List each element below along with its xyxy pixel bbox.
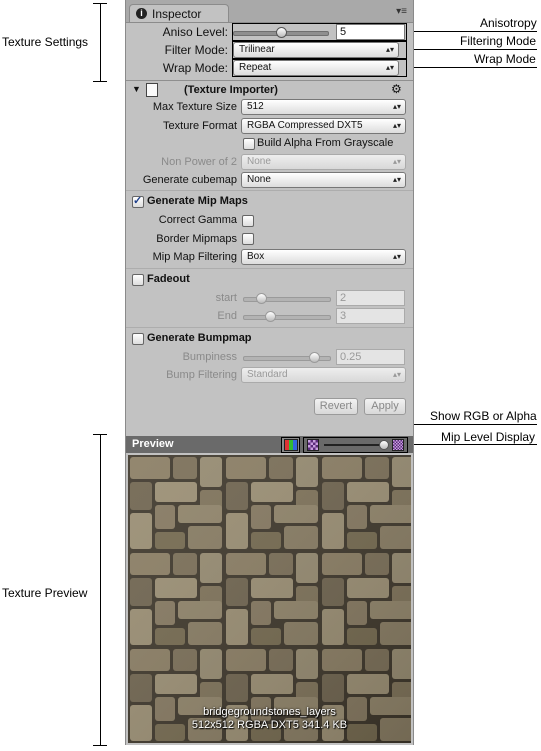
mip-leader [405,444,537,445]
correct-gamma-checkbox[interactable] [242,215,254,227]
mip-map-filtering-value: Box [247,251,265,262]
generate-bumpmap-checkbox[interactable] [132,333,144,345]
mip-map-filtering-dropdown[interactable]: Box ▴▾ [241,249,406,265]
end-field[interactable]: 3 [336,308,405,324]
non-power-of-2-label: Non Power of 2 [161,156,237,168]
settings-bracket-vertical [100,3,101,81]
generate-mip-maps-label: Generate Mip Maps [147,195,248,207]
build-alpha-label: Build Alpha From Grayscale [257,137,394,149]
section-divider [126,268,413,269]
section-divider [126,80,413,81]
tab-menu-icon[interactable]: ▾≡ [396,6,407,17]
generate-cubemap-label: Generate cubemap [142,174,237,186]
show-rgb-alpha-annotation: Show RGB or Alpha [430,409,537,423]
dropdown-arrows-icon: ▴▾ [392,252,401,261]
non-power-of-2-dropdown[interactable]: None ▴▾ [241,154,406,170]
tab-bar: i Inspector ▾≡ [126,0,413,23]
preview-bracket-bottom [93,745,107,746]
filter-mode-label: Filter Mode: [164,43,228,57]
tab-inspector-label: Inspector [152,7,202,21]
wrap-mode-label: Wrap Mode: [162,61,228,75]
bump-filtering-dropdown[interactable]: Standard ▴▾ [241,367,406,383]
mip-map-filtering-label: Mip Map Filtering [152,251,237,263]
importer-title: (Texture Importer) [184,84,278,96]
filtering-leader [405,49,537,50]
apply-button[interactable]: Apply [364,398,406,415]
start-slider-thumb[interactable] [256,293,267,304]
wrap-leader [405,67,537,68]
border-mipmaps-label: Border Mipmaps [156,233,237,245]
mip-level-annotation: Mip Level Display [441,430,536,444]
dropdown-arrows-icon: ▴▾ [392,121,401,130]
mip-slider-thumb[interactable] [379,440,389,450]
build-alpha-checkbox[interactable] [243,138,255,150]
dropdown-arrows-icon: ▴▾ [392,175,401,184]
bump-filtering-value: Standard [247,369,288,380]
preview-header: Preview [126,436,413,453]
max-texture-size-label: Max Texture Size [152,101,237,113]
bump-filtering-label: Bump Filtering [166,369,237,381]
preview-bracket-vertical [100,434,101,745]
dropdown-arrows-icon: ▴▾ [392,370,401,379]
texture-settings-annotation: Texture Settings [2,35,89,49]
correct-gamma-label: Correct Gamma [158,214,237,226]
end-slider-track[interactable] [243,315,331,320]
filtering-mode-annotation: Filtering Mode [460,34,537,48]
texture-format-dropdown[interactable]: RGBA Compressed DXT5 ▴▾ [241,118,406,134]
aniso-level-label: Aniso Level: [162,25,228,39]
end-slider-thumb[interactable] [265,311,276,322]
mip-large-icon [392,439,404,451]
generate-bumpmap-label: Generate Bumpmap [147,332,252,344]
max-texture-size-dropdown[interactable]: 512 ▴▾ [241,99,406,115]
texture-format-label: Texture Format [163,120,237,132]
rgb-alpha-toggle[interactable] [281,437,300,453]
texture-preview-annotation: Texture Preview [2,586,88,600]
info-icon: i [136,8,147,19]
settings-bracket-bottom [93,81,107,82]
texture-preview: bridgegroundstones_layers 512x512 RGBA D… [128,455,411,743]
wrap-highlight [232,59,407,77]
foldout-arrow-icon[interactable]: ▼ [132,84,141,94]
revert-button[interactable]: Revert [314,398,358,415]
tab-inspector[interactable]: i Inspector [129,4,229,22]
bumpiness-slider-thumb[interactable] [309,352,320,363]
mip-slider-track[interactable] [324,444,386,446]
section-divider [126,190,413,191]
rgb-icon [284,439,298,451]
end-label: End [217,310,237,322]
filter-highlight [232,41,407,59]
generate-cubemap-value: None [247,174,271,185]
generate-cubemap-dropdown[interactable]: None ▴▾ [241,172,406,188]
texture-name: bridgegroundstones_layers [203,706,336,718]
generate-mip-maps-checkbox[interactable] [132,194,144,208]
bumpiness-field[interactable]: 0.25 [336,349,405,365]
wrap-mode-annotation: Wrap Mode [474,52,536,66]
bumpiness-label: Bumpiness [182,351,237,363]
mip-small-icon [307,439,319,451]
aniso-highlight [232,23,407,41]
inspector-panel: i Inspector ▾≡ Aniso Level: 5 Filter Mod… [125,0,414,745]
start-field[interactable]: 2 [336,290,405,306]
dropdown-arrows-icon: ▴▾ [392,102,401,111]
settings-gear-icon[interactable]: ⚙ [391,82,402,96]
non-power-of-2-value: None [247,156,271,167]
texture-format-value: RGBA Compressed DXT5 [247,120,363,131]
stone-texture-image [128,455,411,743]
anisotropy-leader [405,31,537,32]
preview-title: Preview [132,438,174,450]
anisotropy-annotation: Anisotropy [480,16,537,30]
dropdown-arrows-icon: ▴▾ [392,157,401,166]
start-label: start [215,292,237,304]
fadeout-label: Fadeout [147,273,190,285]
document-icon [146,83,158,97]
section-divider [126,327,413,328]
max-texture-size-value: 512 [247,101,264,112]
border-mipmaps-checkbox[interactable] [242,233,254,245]
fadeout-checkbox[interactable] [132,274,144,286]
mip-level-control [303,437,408,453]
texture-info: 512x512 RGBA DXT5 341.4 KB [191,719,348,731]
